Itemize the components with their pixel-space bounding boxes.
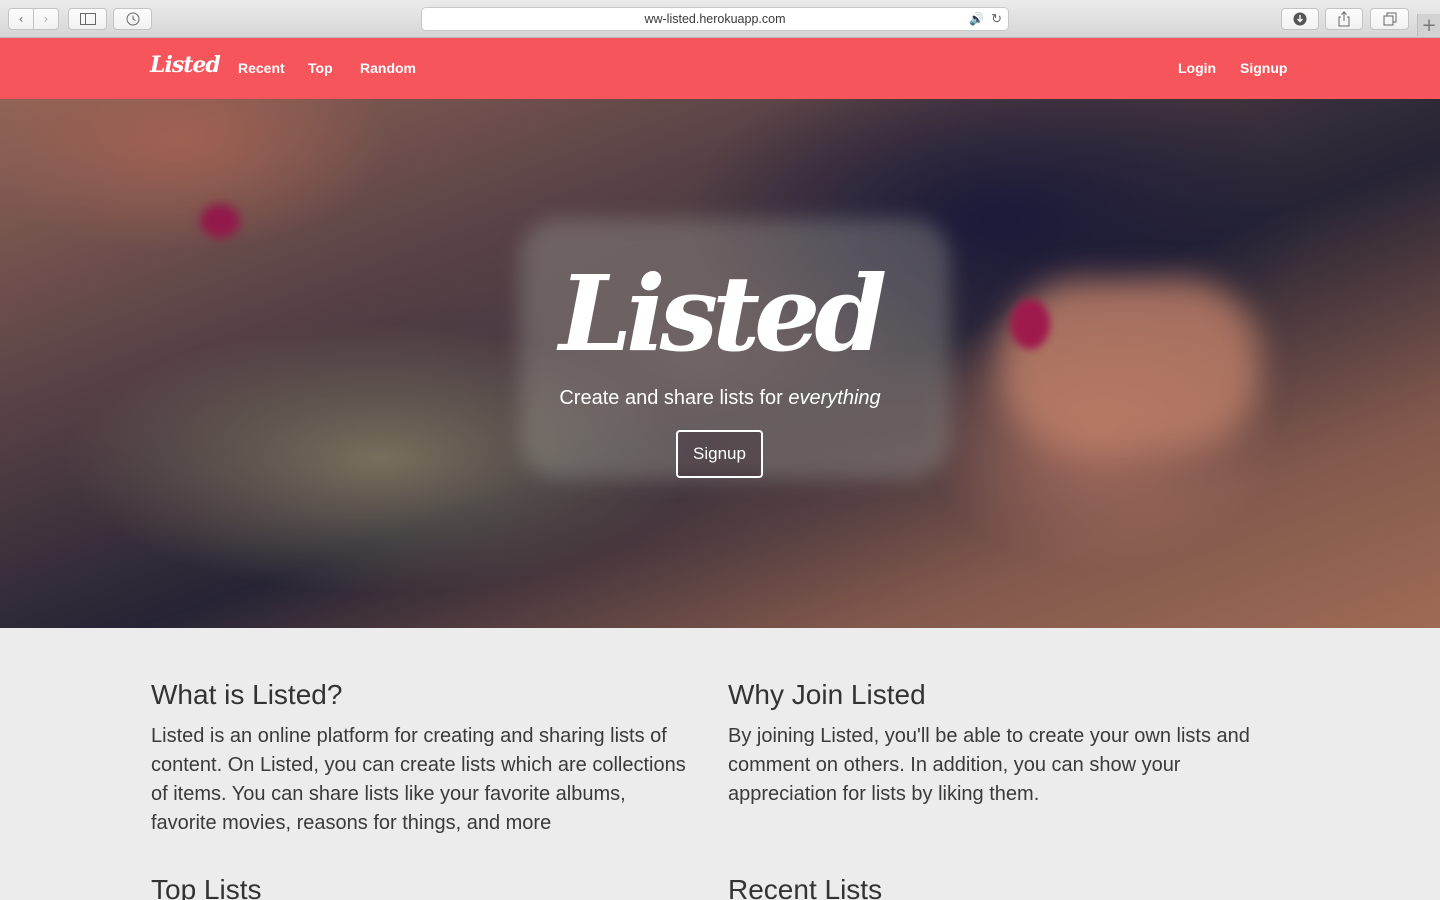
show-tabs-button[interactable] — [1370, 8, 1409, 30]
address-bar[interactable]: ww-listed.herokuapp.com 🔊 ↻ — [421, 7, 1009, 31]
site-navbar: Listed Recent Top Random Login Signup — [0, 38, 1440, 99]
url-text: ww-listed.herokuapp.com — [644, 12, 786, 26]
section-title: Why Join Listed — [728, 679, 926, 710]
hero-logo: Listed — [558, 252, 887, 375]
brand-logo[interactable]: Listed — [150, 52, 221, 78]
forward-button[interactable]: › — [33, 8, 59, 30]
section-title: What is Listed? — [151, 679, 343, 710]
new-tab-button[interactable]: + — [1417, 14, 1440, 36]
section-body: By joining Listed, you'll be able to cre… — [728, 725, 1250, 805]
speaker-icon[interactable]: 🔊 — [969, 12, 984, 26]
browser-toolbar: ‹ › ww-listed.herokuapp.com 🔊 ↻ + — [0, 0, 1440, 38]
hero-banner: Listed Create and share lists for everyt… — [0, 99, 1440, 628]
download-icon — [1293, 12, 1307, 26]
tagline-emphasis: everything — [788, 387, 881, 409]
share-icon — [1338, 11, 1350, 27]
hero-signup-button[interactable]: Signup — [676, 430, 763, 478]
hero-tagline: Create and share lists for everything — [0, 387, 1440, 410]
why-join-section: Why Join Listed By joining Listed, you'l… — [728, 678, 1268, 809]
share-button[interactable] — [1325, 8, 1363, 30]
nav-link-random[interactable]: Random — [360, 60, 416, 76]
sidebar-icon — [79, 13, 96, 25]
nav-login-link[interactable]: Login — [1178, 60, 1216, 76]
reload-icon[interactable]: ↻ — [991, 11, 1002, 27]
tagline-text: Create and share lists for — [559, 387, 789, 409]
nav-link-recent[interactable]: Recent — [238, 60, 285, 76]
section-body: Listed is an online platform for creatin… — [151, 725, 686, 834]
chevron-right-icon: › — [43, 12, 49, 26]
downloads-button[interactable] — [1281, 8, 1319, 30]
what-is-listed-section: What is Listed? Listed is an online plat… — [151, 678, 691, 838]
nav-signup-link[interactable]: Signup — [1240, 60, 1287, 76]
back-button[interactable]: ‹ — [8, 8, 34, 30]
sidebar-button[interactable] — [68, 8, 107, 30]
clock-icon — [126, 12, 139, 26]
tabs-icon — [1383, 12, 1396, 26]
chevron-left-icon: ‹ — [18, 12, 24, 26]
history-button[interactable] — [113, 8, 152, 30]
plus-icon: + — [1421, 14, 1437, 36]
nav-link-top[interactable]: Top — [308, 60, 333, 76]
top-lists-heading: Top Lists — [151, 874, 262, 900]
recent-lists-heading: Recent Lists — [728, 874, 883, 900]
